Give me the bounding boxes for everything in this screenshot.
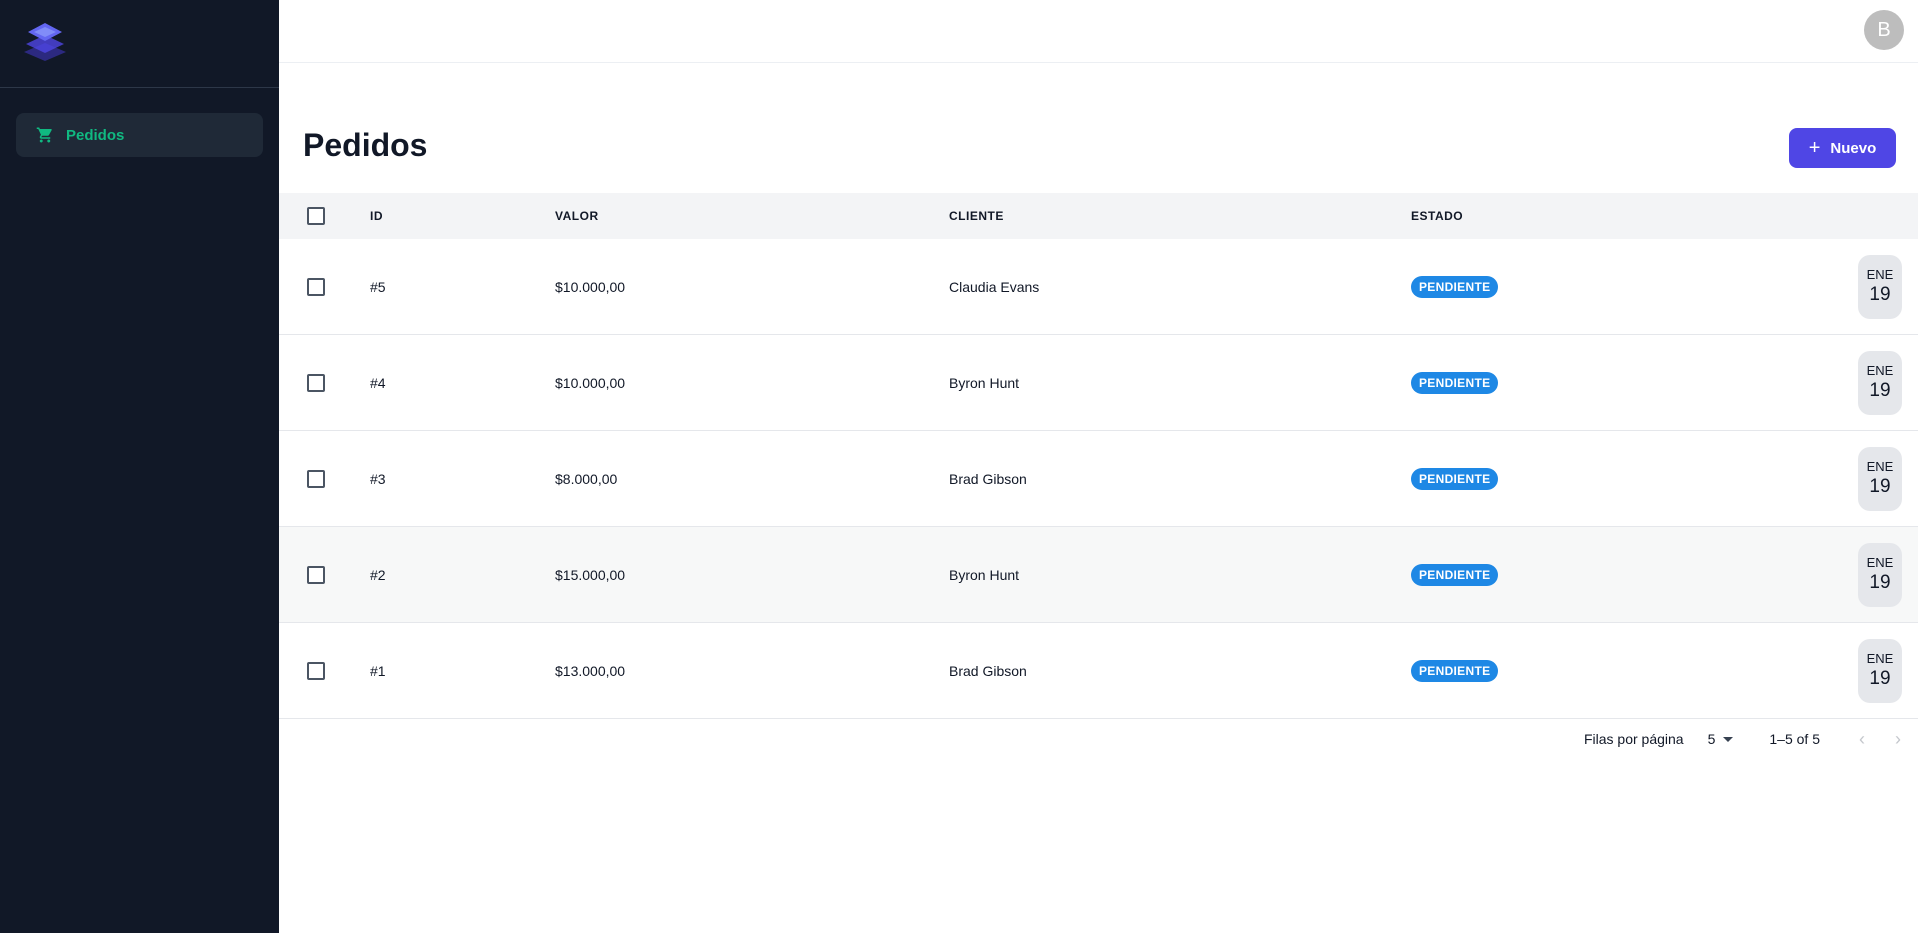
plus-icon: + (1808, 137, 1821, 159)
status-badge: PENDIENTE (1411, 467, 1499, 490)
table-header: ID VALOR CLIENTE ESTADO (279, 193, 1918, 239)
status-badge: PENDIENTE (1411, 659, 1499, 682)
date-day: 19 (1869, 284, 1891, 305)
order-id: #3 (370, 470, 386, 487)
date-day: 19 (1869, 668, 1891, 689)
top-bar: B (279, 0, 1918, 63)
sidebar-item-pedidos[interactable]: Pedidos (16, 113, 263, 157)
rows-per-page-label: Filas por página (1583, 731, 1684, 747)
avatar[interactable]: B (1864, 10, 1904, 50)
rows-per-page-value: 5 (1707, 731, 1716, 747)
order-value: $10.000,00 (555, 278, 626, 295)
date-month: ENE (1866, 459, 1894, 474)
date-month: ENE (1866, 267, 1894, 282)
column-header-estado[interactable]: ESTADO (1411, 209, 1918, 223)
row-checkbox[interactable] (307, 469, 325, 488)
status-badge: PENDIENTE (1411, 371, 1499, 394)
date-chip: ENE 19 (1858, 638, 1902, 703)
order-client: Byron Hunt (949, 566, 1020, 583)
orders-table: ID VALOR CLIENTE ESTADO #5 $10.000,00 Cl… (279, 193, 1918, 719)
logo-icon[interactable] (22, 21, 68, 66)
new-button[interactable]: + Nuevo (1789, 128, 1896, 168)
pagination-range: 1–5 of 5 (1769, 731, 1820, 747)
date-chip: ENE 19 (1858, 350, 1902, 415)
table-row[interactable]: #5 $10.000,00 Claudia Evans PENDIENTE EN… (279, 239, 1918, 335)
order-client: Brad Gibson (949, 662, 1027, 679)
sidebar-header (0, 0, 279, 88)
date-day: 19 (1869, 476, 1891, 497)
order-value: $8.000,00 (555, 470, 618, 487)
order-id: #1 (370, 662, 386, 679)
date-chip: ENE 19 (1858, 542, 1902, 607)
order-id: #4 (370, 374, 386, 391)
date-month: ENE (1866, 651, 1894, 666)
status-badge: PENDIENTE (1411, 563, 1499, 586)
table-row[interactable]: #4 $10.000,00 Byron Hunt PENDIENTE ENE 19 (279, 335, 1918, 431)
page-title: Pedidos (303, 127, 428, 163)
date-month: ENE (1866, 363, 1894, 378)
row-checkbox[interactable] (307, 661, 325, 680)
table-row[interactable]: #3 $8.000,00 Brad Gibson PENDIENTE ENE 19 (279, 431, 1918, 527)
order-client: Claudia Evans (949, 278, 1040, 295)
sidebar: Pedidos (0, 0, 279, 933)
rows-per-page-select[interactable]: 5 (1708, 731, 1734, 747)
chevron-right-icon[interactable]: › (1886, 727, 1910, 751)
cart-icon (36, 126, 54, 144)
row-checkbox[interactable] (307, 565, 325, 584)
order-id: #2 (370, 566, 386, 583)
select-all-checkbox[interactable] (307, 207, 325, 225)
sidebar-item-label: Pedidos (66, 126, 125, 144)
column-header-cliente[interactable]: CLIENTE (949, 209, 1411, 223)
row-checkbox[interactable] (307, 373, 325, 392)
order-value: $10.000,00 (555, 374, 626, 391)
sidebar-nav: Pedidos (0, 88, 279, 157)
date-day: 19 (1869, 572, 1891, 593)
date-month: ENE (1866, 555, 1894, 570)
order-value: $15.000,00 (555, 566, 626, 583)
order-value: $13.000,00 (555, 662, 626, 679)
table-row[interactable]: #1 $13.000,00 Brad Gibson PENDIENTE ENE 1… (279, 623, 1918, 719)
date-chip: ENE 19 (1858, 254, 1902, 319)
column-header-id[interactable]: ID (370, 209, 555, 223)
status-badge: PENDIENTE (1411, 275, 1499, 298)
order-client: Byron Hunt (949, 374, 1020, 391)
chevron-left-icon[interactable]: ‹ (1850, 727, 1874, 751)
order-id: #5 (370, 278, 386, 295)
date-chip: ENE 19 (1858, 446, 1902, 511)
order-client: Brad Gibson (949, 470, 1027, 487)
row-checkbox[interactable] (307, 277, 325, 296)
table-row[interactable]: #2 $15.000,00 Byron Hunt PENDIENTE ENE 19 (279, 527, 1918, 623)
caret-down-icon (1723, 736, 1734, 742)
main-content: Pedidos + Nuevo ID VALOR CLIENTE ESTADO … (279, 63, 1918, 933)
column-header-valor[interactable]: VALOR (555, 209, 949, 223)
new-button-label: Nuevo (1830, 139, 1877, 157)
pagination: Filas por página 5 1–5 of 5 ‹ › (1584, 727, 1918, 751)
date-day: 19 (1869, 380, 1891, 401)
